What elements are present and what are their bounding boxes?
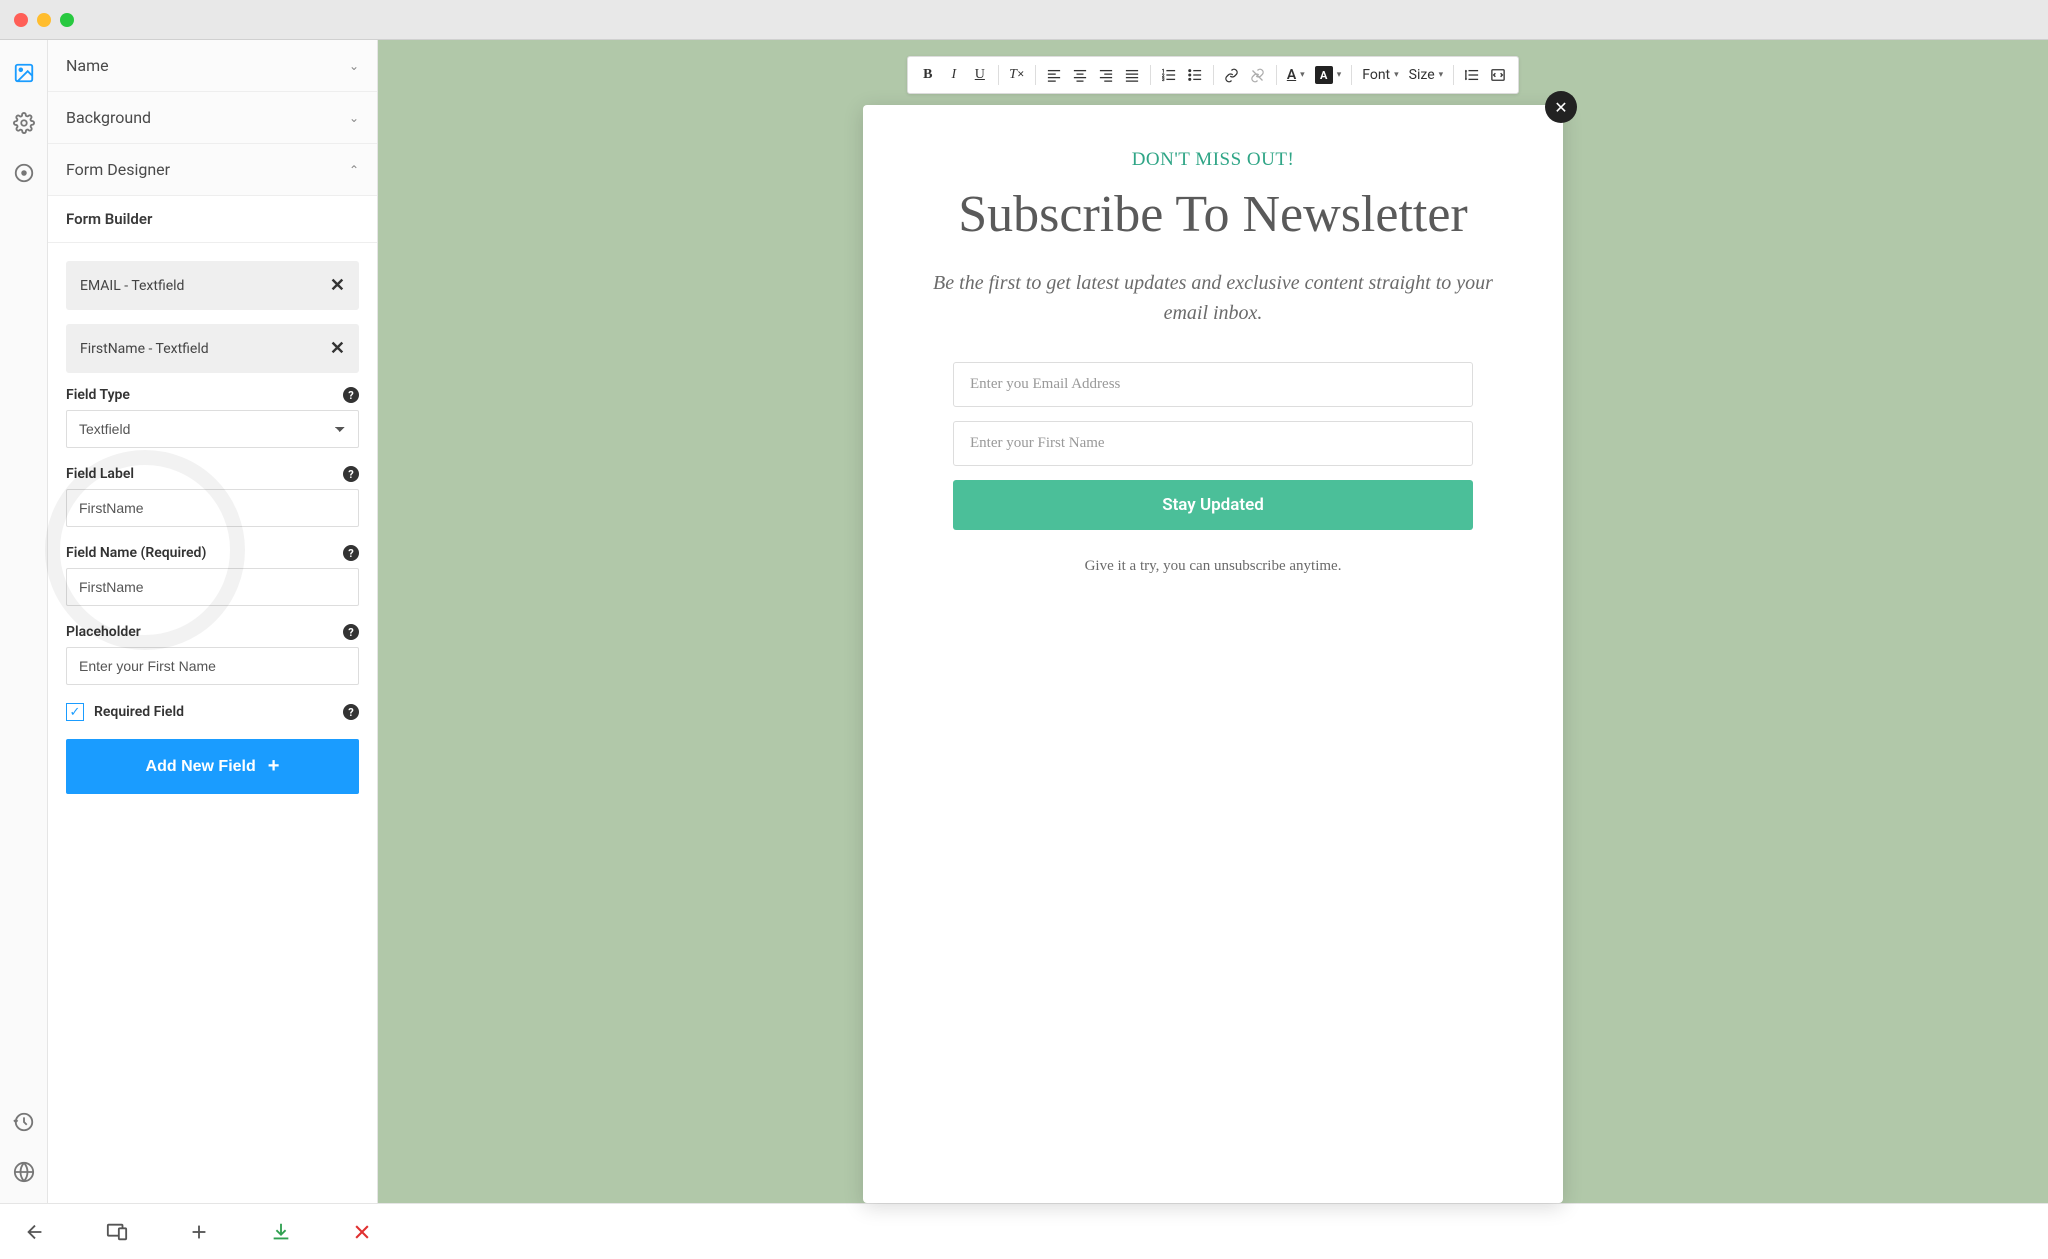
- popup-firstname-input[interactable]: [953, 421, 1473, 466]
- section-background[interactable]: Background ⌄: [48, 92, 377, 144]
- field-name-input[interactable]: [66, 568, 359, 606]
- bold-button[interactable]: B: [916, 62, 940, 88]
- field-chip-email-label: EMAIL - Textfield: [80, 278, 184, 294]
- popup-submit-button[interactable]: Stay Updated: [953, 480, 1473, 530]
- text-color-button[interactable]: A: [1283, 62, 1309, 88]
- gear-icon[interactable]: [13, 112, 35, 134]
- field-label-input[interactable]: [66, 489, 359, 527]
- required-checkbox[interactable]: ✓: [66, 703, 84, 721]
- globe-icon[interactable]: [13, 1161, 35, 1183]
- chevron-up-icon: ⌃: [349, 163, 359, 177]
- font-select[interactable]: Font: [1358, 62, 1402, 88]
- remove-field-icon[interactable]: ✕: [330, 338, 345, 359]
- prop-placeholder-label: Placeholder: [66, 624, 141, 640]
- clear-format-button[interactable]: T✕: [1005, 62, 1029, 88]
- footer-bar: [0, 1203, 2048, 1259]
- window-maximize-icon[interactable]: [60, 13, 74, 27]
- canvas: B I U T✕ 123 A A Font Size: [378, 40, 2048, 1203]
- help-icon[interactable]: ?: [343, 387, 359, 403]
- window-minimize-icon[interactable]: [37, 13, 51, 27]
- field-chip-firstname[interactable]: FirstName - Textfield ✕: [66, 324, 359, 373]
- align-right-button[interactable]: [1094, 62, 1118, 88]
- download-icon[interactable]: [270, 1221, 292, 1243]
- chevron-down-icon: ⌄: [349, 111, 359, 125]
- section-form-builder-label: Form Builder: [66, 210, 152, 228]
- popup-headline: Subscribe To Newsletter: [923, 185, 1503, 244]
- form-builder-body: EMAIL - Textfield ✕ FirstName - Textfiel…: [48, 243, 377, 812]
- devices-icon[interactable]: [106, 1221, 128, 1243]
- delete-icon[interactable]: [352, 1222, 372, 1242]
- prop-required-label: Required Field: [94, 704, 184, 720]
- target-icon[interactable]: [13, 162, 35, 184]
- italic-button[interactable]: I: [942, 62, 966, 88]
- toolbar-separator: [1150, 65, 1151, 85]
- unlink-button[interactable]: [1246, 62, 1270, 88]
- window-titlebar: [0, 0, 2048, 40]
- add-new-field-button[interactable]: Add New Field +: [66, 739, 359, 794]
- remove-field-icon[interactable]: ✕: [330, 275, 345, 296]
- chevron-down-icon: ⌄: [349, 59, 359, 73]
- history-icon[interactable]: [13, 1111, 35, 1133]
- prop-field-label-label: Field Label: [66, 466, 134, 482]
- prop-field-name: Field Name (Required) ?: [66, 545, 359, 606]
- popup-footnote: Give it a try, you can unsubscribe anyti…: [923, 558, 1503, 575]
- prop-placeholder: Placeholder ?: [66, 624, 359, 685]
- toolbar-separator: [1351, 65, 1352, 85]
- underline-button[interactable]: U: [968, 62, 992, 88]
- placeholder-input[interactable]: [66, 647, 359, 685]
- close-icon[interactable]: ✕: [1545, 91, 1577, 123]
- help-icon[interactable]: ?: [343, 545, 359, 561]
- prop-field-type-label: Field Type: [66, 387, 130, 403]
- toolbar-separator: [1213, 65, 1214, 85]
- help-icon[interactable]: ?: [343, 704, 359, 720]
- field-chip-firstname-label: FirstName - Textfield: [80, 341, 209, 357]
- link-button[interactable]: [1220, 62, 1244, 88]
- help-icon[interactable]: ?: [343, 466, 359, 482]
- icon-rail: [0, 40, 48, 1203]
- field-chip-email[interactable]: EMAIL - Textfield ✕: [66, 261, 359, 310]
- size-select[interactable]: Size: [1405, 62, 1448, 88]
- toolbar-separator: [1453, 65, 1454, 85]
- section-background-label: Background: [66, 108, 151, 127]
- text-toolbar: B I U T✕ 123 A A Font Size: [907, 56, 1519, 94]
- add-new-field-label: Add New Field: [146, 758, 256, 776]
- toolbar-separator: [998, 65, 999, 85]
- section-form-builder: Form Builder: [48, 196, 377, 243]
- prop-field-name-label: Field Name (Required): [66, 545, 206, 561]
- unordered-list-button[interactable]: [1183, 62, 1207, 88]
- prop-field-type: Field Type ? Textfield: [66, 387, 359, 448]
- add-icon[interactable]: [188, 1221, 210, 1243]
- popup-subtext: Be the first to get latest updates and e…: [923, 268, 1503, 328]
- svg-text:3: 3: [1162, 78, 1165, 82]
- section-form-designer-label: Form Designer: [66, 160, 170, 179]
- source-button[interactable]: [1486, 62, 1510, 88]
- line-height-button[interactable]: [1460, 62, 1484, 88]
- prop-field-label: Field Label ?: [66, 466, 359, 527]
- image-icon[interactable]: [13, 62, 35, 84]
- ordered-list-button[interactable]: 123: [1157, 62, 1181, 88]
- align-left-button[interactable]: [1042, 62, 1066, 88]
- section-form-designer[interactable]: Form Designer ⌃: [48, 144, 377, 196]
- plus-icon: +: [268, 755, 280, 778]
- help-icon[interactable]: ?: [343, 624, 359, 640]
- popup-eyebrow: DON'T MISS OUT!: [923, 149, 1503, 171]
- newsletter-popup: ✕ DON'T MISS OUT! Subscribe To Newslette…: [863, 105, 1563, 1203]
- bg-color-button[interactable]: A: [1311, 62, 1346, 88]
- popup-email-input[interactable]: [953, 362, 1473, 407]
- section-name-label: Name: [66, 56, 109, 75]
- field-type-select[interactable]: Textfield: [66, 410, 359, 448]
- section-name[interactable]: Name ⌄: [48, 40, 377, 92]
- toolbar-separator: [1035, 65, 1036, 85]
- prop-required: ✓ Required Field ?: [66, 703, 359, 721]
- align-justify-button[interactable]: [1120, 62, 1144, 88]
- toolbar-separator: [1276, 65, 1277, 85]
- align-center-button[interactable]: [1068, 62, 1092, 88]
- window-close-icon[interactable]: [14, 13, 28, 27]
- back-icon[interactable]: [24, 1221, 46, 1243]
- sidebar-panel: Name ⌄ Background ⌄ Form Designer ⌃ Form…: [48, 40, 378, 1203]
